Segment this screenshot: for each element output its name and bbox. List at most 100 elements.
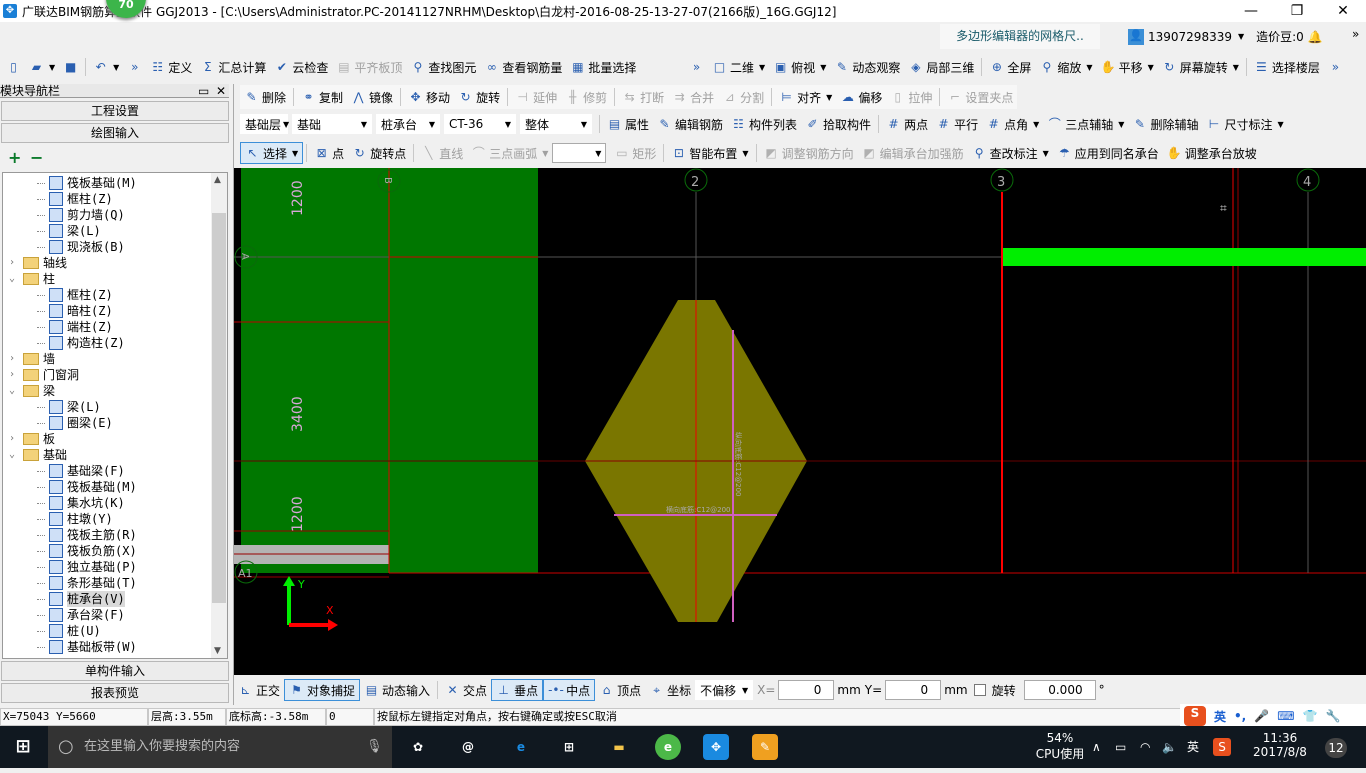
chevron-down-icon[interactable]: ▼	[542, 149, 548, 158]
offset-select[interactable]: 不偏移 ▼	[695, 680, 754, 700]
tree-item[interactable]: 梁(L)	[37, 399, 101, 415]
scroll-thumb[interactable]	[212, 213, 226, 603]
angle-input[interactable]: 0.000	[1023, 680, 1096, 700]
tool-尺寸标注-button[interactable]: ⊢ 尺寸标注 ▼	[1202, 113, 1287, 135]
tool-屏幕旋转-button[interactable]: ↻ 屏幕旋转 ▼	[1158, 56, 1243, 78]
notification-count[interactable]: 12	[1325, 738, 1347, 758]
glodon-app-icon[interactable]: ✥	[703, 734, 729, 760]
tool-分割-button[interactable]: ⊿ 分割	[718, 86, 768, 108]
tool-平齐板顶-button[interactable]: ▤ 平齐板顶	[332, 56, 406, 78]
chevron-down-icon[interactable]: ▼	[292, 149, 298, 158]
notes-app-icon[interactable]: ✎	[752, 734, 778, 760]
tree-item[interactable]: 桩承台(V)	[37, 591, 125, 607]
edge-icon[interactable]: e	[508, 734, 534, 760]
tree-folder[interactable]: ⌄ 柱	[9, 271, 55, 287]
tool-对象捕捉-button[interactable]: ⚑ 对象捕捉	[284, 679, 361, 701]
tree-item[interactable]: 筏板基础(M)	[37, 479, 137, 495]
tool-批量选择-button[interactable]: ▦ 批量选择	[566, 56, 640, 78]
tool-偏移-button[interactable]: ☁ 偏移	[836, 86, 886, 108]
tree-item[interactable]: 集水坑(K)	[37, 495, 125, 511]
skin-icon[interactable]: 👕	[1303, 709, 1318, 723]
tool-打断-button[interactable]: ⇆ 打断	[618, 86, 668, 108]
tree-folder[interactable]: › 板	[9, 431, 55, 447]
tool-中点-button[interactable]: -•- 中点	[543, 679, 596, 701]
scroll-down-icon[interactable]: ▼	[214, 646, 221, 656]
tool-汇总计算-button[interactable]: Σ 汇总计算	[196, 56, 270, 78]
tree-item[interactable]: 筏板基础(M)	[37, 175, 137, 191]
tool-合并-button[interactable]: ⇉ 合并	[668, 86, 718, 108]
tool-save-button[interactable]: ■	[59, 56, 82, 78]
tool-动态观察-button[interactable]: ✎ 动态观察	[830, 56, 904, 78]
tool-镜像-button[interactable]: ⋀ 镜像	[347, 86, 397, 108]
tool-坐标-button[interactable]: ⌖ 坐标	[645, 679, 695, 701]
tool-调整钢筋方向-button[interactable]: ◩ 调整钢筋方向	[760, 142, 858, 164]
tool-全屏-button[interactable]: ⊕ 全屏	[985, 56, 1035, 78]
chevron-right-icon[interactable]: ›	[9, 255, 19, 271]
tree-item[interactable]: 基础板带(W)	[37, 639, 137, 655]
tree-folder[interactable]: › 门窗洞	[9, 367, 79, 383]
chevron-down-icon[interactable]: ▼	[1277, 120, 1283, 129]
tool-顶点-button[interactable]: ⌂ 顶点	[595, 679, 645, 701]
chevron-down-icon[interactable]: ▼	[1043, 149, 1049, 158]
tray-chevron-icon[interactable]: ∧	[1092, 726, 1101, 768]
sogou-logo[interactable]: S	[1184, 706, 1206, 726]
project-settings-button[interactable]: 工程设置	[1, 101, 229, 121]
tool-open-button[interactable]: ▰ ▼	[25, 56, 59, 78]
single-input-button[interactable]: 单构件输入	[1, 661, 229, 681]
tool-局部三维-button[interactable]: ◈ 局部三维	[904, 56, 978, 78]
tool-三点辅轴-button[interactable]: ⌒ 三点辅轴 ▼	[1043, 113, 1128, 135]
tool-查找图元-button[interactable]: ⚲ 查找图元	[406, 56, 480, 78]
tool-直线-button[interactable]: ╲ 直线	[417, 142, 467, 164]
tool-设置夹点-button[interactable]: ⌐ 设置夹点	[943, 86, 1017, 108]
chevron-down-icon[interactable]: ▼	[759, 63, 765, 72]
overflow-chevron[interactable]: »	[1352, 27, 1359, 41]
expand-all-icon[interactable]: +	[8, 148, 21, 167]
x-offset-input[interactable]: 0	[778, 680, 835, 700]
chevron-down-icon[interactable]: ▼	[1148, 63, 1154, 72]
tool-两点-button[interactable]: # 两点	[882, 113, 932, 135]
chevron-down-icon[interactable]: ▼	[113, 63, 119, 72]
selector-0[interactable]: 基础层 ▼	[240, 114, 289, 134]
tool-交点-button[interactable]: ✕ 交点	[441, 679, 491, 701]
tool-二维-button[interactable]: □ 二维 ▼	[708, 56, 769, 78]
y-offset-input[interactable]: 0	[885, 680, 942, 700]
start-button[interactable]: ⊞	[10, 734, 36, 760]
tool-旋转点-button[interactable]: ↻ 旋转点	[348, 142, 410, 164]
keyboard-icon[interactable]: ⌨	[1277, 709, 1294, 723]
tree-item[interactable]: 现浇板(B)	[37, 239, 125, 255]
tools-icon[interactable]: 🔧	[1325, 709, 1340, 723]
clock-date[interactable]: 2017/8/8	[1245, 745, 1315, 759]
chevron-right-icon[interactable]: ›	[9, 351, 19, 367]
chevron-down-icon[interactable]: ▼	[1118, 120, 1124, 129]
sogou-tray-icon[interactable]: S	[1213, 738, 1231, 756]
tool-定义-button[interactable]: ☷ 定义	[146, 56, 196, 78]
tree-item[interactable]: 筏板负筋(X)	[37, 543, 137, 559]
report-preview-button[interactable]: 报表预览	[1, 683, 229, 703]
tree-item[interactable]: 桩(U)	[37, 623, 101, 639]
tray-ime[interactable]: 英	[1187, 726, 1199, 768]
tree-item[interactable]: 暗柱(Z)	[37, 303, 113, 319]
tool-点-button[interactable]: ⊠ 点	[310, 142, 348, 164]
chevron-down-icon[interactable]: ▼	[1233, 63, 1239, 72]
tree-folder[interactable]: ⌄ 梁	[9, 383, 55, 399]
tree-folder[interactable]: › 轴线	[9, 255, 67, 271]
selector-3[interactable]: CT-36 ▼	[444, 114, 516, 134]
bell-icon[interactable]: 🔔	[1308, 30, 1323, 44]
fan-app-icon[interactable]: ✿	[405, 734, 431, 760]
volume-icon[interactable]: 🔈	[1162, 726, 1177, 768]
wifi-icon[interactable]: ◠	[1140, 726, 1150, 768]
scroll-up-icon[interactable]: ▲	[214, 175, 221, 185]
tool-对齐-button[interactable]: ⊨ 对齐 ▼	[775, 86, 836, 108]
tool-构件列表-button[interactable]: ☷ 构件列表	[727, 113, 801, 135]
chevron-down-icon[interactable]: ⌄	[9, 271, 19, 287]
notice-link[interactable]: 多边形编辑器的网格尺..	[940, 24, 1100, 49]
tool-应用到同名承台-button[interactable]: ☂ 应用到同名承台	[1053, 142, 1163, 164]
tree-item[interactable]: 框柱(Z)	[37, 287, 113, 303]
user-menu[interactable]: 👤 13907298339 ▼ 造价豆:0 🔔	[1128, 24, 1323, 49]
tool-三点画弧-button[interactable]: ⌒ 三点画弧 ▼	[467, 142, 552, 164]
tree-item[interactable]: 承台梁(F)	[37, 607, 125, 623]
tool-矩形-button[interactable]: ▭ 矩形	[610, 142, 660, 164]
minimize-button[interactable]: —	[1228, 0, 1274, 22]
tool-删除辅轴-button[interactable]: ✎ 删除辅轴	[1128, 113, 1202, 135]
tool-正交-button[interactable]: ⊾ 正交	[234, 679, 284, 701]
